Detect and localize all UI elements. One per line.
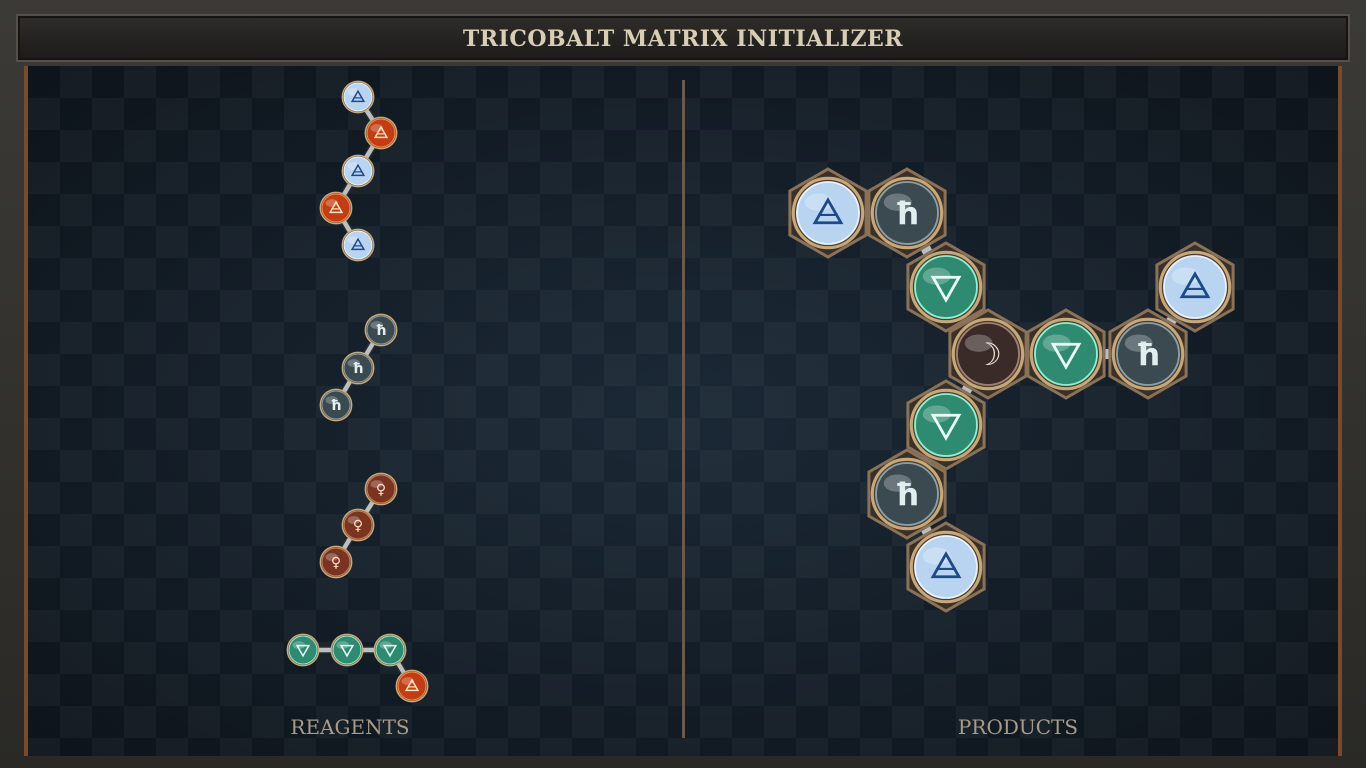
reagent-2[interactable]: ħ ħ ħ: [319, 313, 398, 422]
svg-text:ħ: ħ: [330, 398, 341, 414]
svg-text:♀: ♀: [353, 518, 363, 534]
svg-text:ħ: ħ: [895, 196, 920, 232]
atom-fire[interactable]: [364, 116, 398, 150]
lead-symbol-icon: ħ: [330, 398, 341, 414]
atom-water[interactable]: [1026, 308, 1106, 400]
reagents-panel: ħ ħ ħ ♀ ♀ ♀: [286, 80, 429, 703]
product-1[interactable]: ħ ☽ ħ ħ: [788, 167, 1235, 613]
lead-symbol-icon: ħ: [375, 323, 386, 339]
atom-copper[interactable]: ♀: [364, 472, 398, 506]
atom-air[interactable]: [788, 167, 868, 259]
atom-lead[interactable]: ħ: [319, 388, 353, 422]
svg-text:♀: ♀: [331, 555, 341, 571]
atom-air[interactable]: [341, 154, 375, 188]
atom-copper[interactable]: ♀: [341, 508, 375, 542]
lead-symbol-icon: ħ: [895, 196, 920, 232]
atom-water[interactable]: [373, 633, 407, 667]
atom-lead[interactable]: ħ: [867, 167, 947, 259]
svg-text:ħ: ħ: [1136, 337, 1161, 373]
molecule-scene: ħ ħ ħ ♀ ♀ ♀ ħ ☽ ħ ħ: [286, 80, 1235, 703]
atom-fire[interactable]: [319, 191, 353, 225]
reagents-label: REAGENTS: [290, 715, 410, 739]
products-panel: ħ ☽ ħ ħ: [788, 167, 1235, 613]
reagent-3[interactable]: ♀ ♀ ♀: [319, 472, 398, 579]
reagent-1[interactable]: [319, 80, 398, 262]
svg-text:ħ: ħ: [895, 477, 920, 513]
svg-text:ħ: ħ: [352, 361, 363, 377]
products-label: PRODUCTS: [957, 715, 1079, 739]
svg-text:☽: ☽: [974, 337, 1002, 373]
atom-lead[interactable]: ħ: [364, 313, 398, 347]
silver-symbol-icon: ☽: [974, 337, 1002, 373]
svg-text:♀: ♀: [376, 482, 386, 498]
reagent-4[interactable]: [286, 633, 429, 703]
atom-water[interactable]: [286, 633, 320, 667]
atom-air[interactable]: [341, 80, 375, 114]
copper-symbol-icon: ♀: [353, 518, 363, 534]
lead-symbol-icon: ħ: [895, 477, 920, 513]
atom-lead[interactable]: ħ: [341, 351, 375, 385]
copper-symbol-icon: ♀: [331, 555, 341, 571]
atom-air[interactable]: [341, 228, 375, 262]
svg-text:ħ: ħ: [375, 323, 386, 339]
atom-fire[interactable]: [395, 669, 429, 703]
atom-water[interactable]: [330, 633, 364, 667]
lead-symbol-icon: ħ: [352, 361, 363, 377]
copper-symbol-icon: ♀: [376, 482, 386, 498]
atom-copper[interactable]: ♀: [319, 545, 353, 579]
lead-symbol-icon: ħ: [1136, 337, 1161, 373]
atom-air[interactable]: [906, 521, 986, 613]
